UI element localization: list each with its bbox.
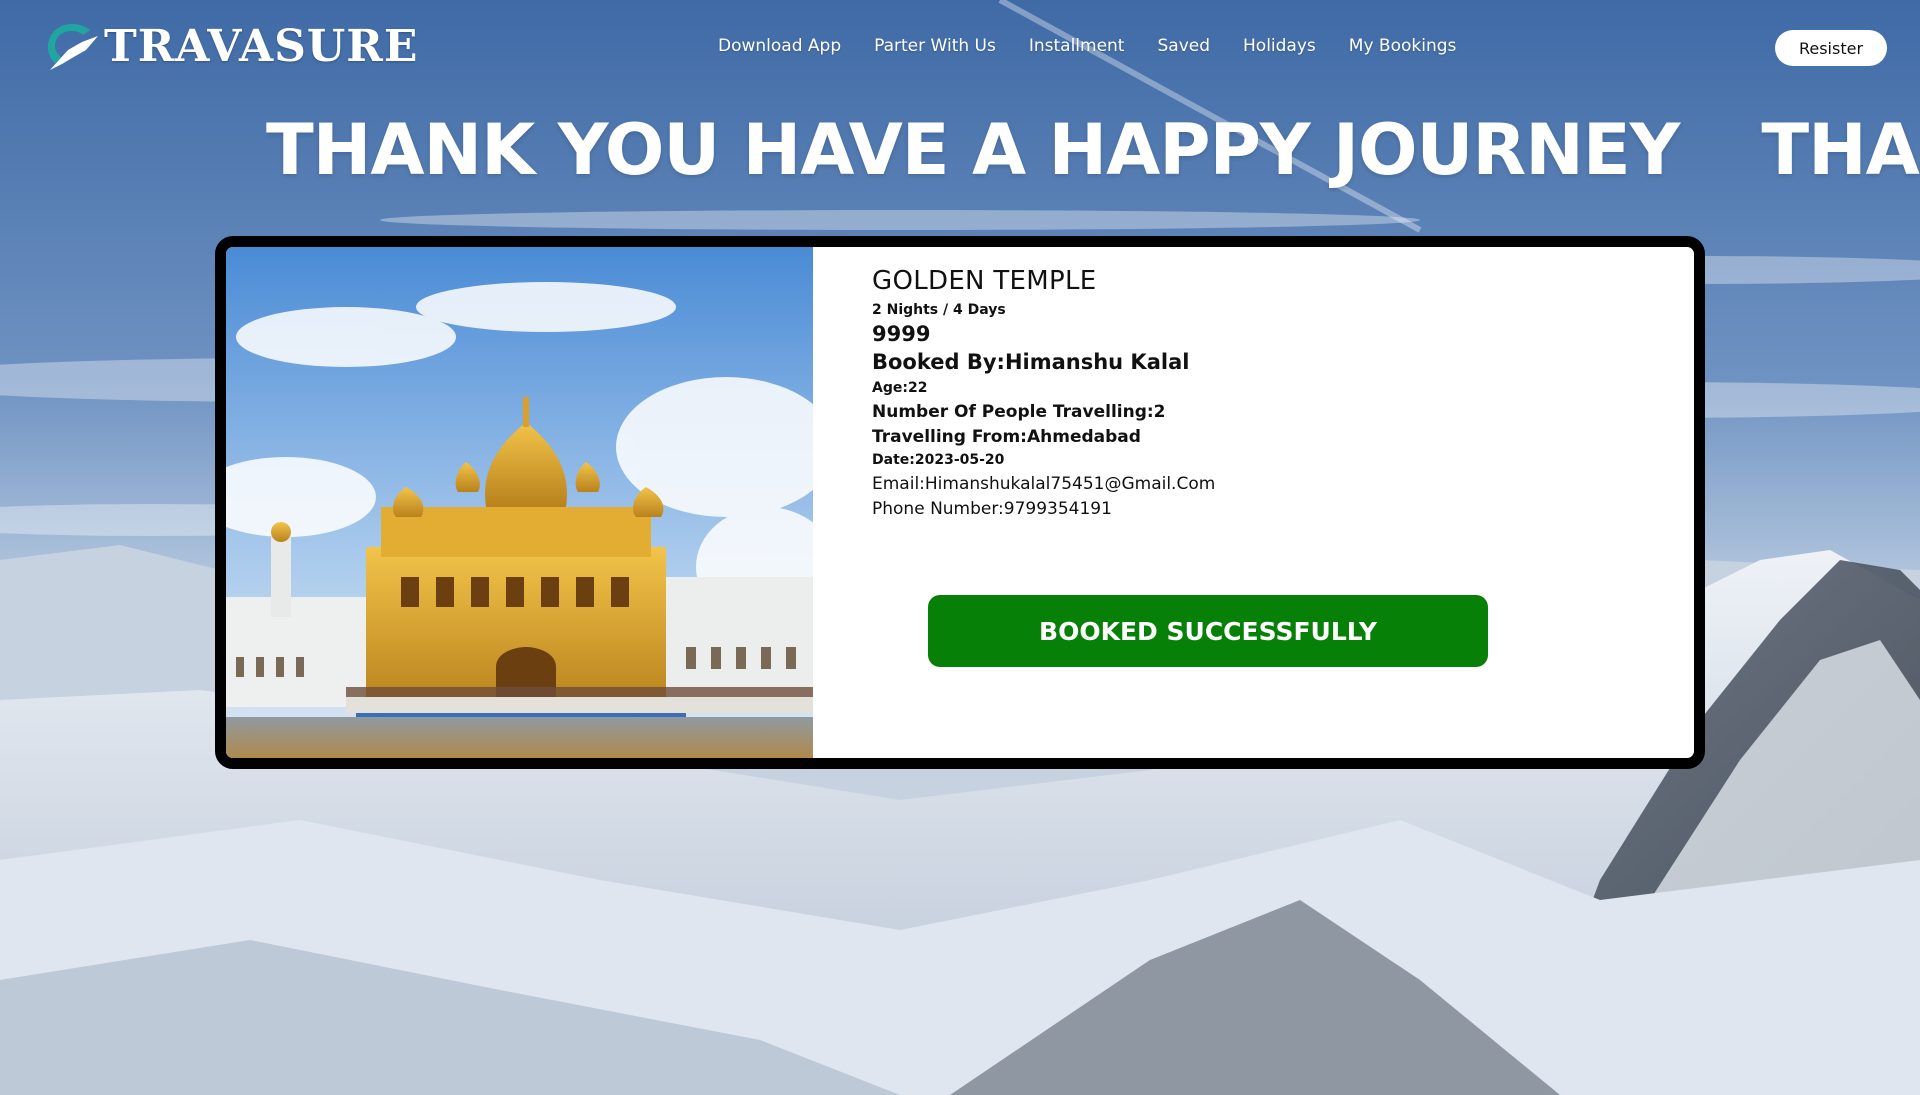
brand-name: TRAVASURE bbox=[104, 21, 419, 72]
golden-temple-photo bbox=[226, 247, 813, 758]
marquee-text: THANK YOU HAVE A HAPPY JOURNEY bbox=[266, 109, 1680, 191]
travelling-from: Travelling From:Ahmedabad bbox=[872, 427, 1141, 447]
nav-saved[interactable]: Saved bbox=[1157, 36, 1210, 56]
contact-phone: Phone Number:9799354191 bbox=[872, 499, 1112, 519]
site-header: TRAVASURE Download App Parter With Us In… bbox=[0, 0, 1920, 96]
nav-download-app[interactable]: Download App bbox=[718, 36, 841, 56]
main-nav: Download App Parter With Us Installment … bbox=[718, 36, 1456, 56]
marquee-text-repeat: THANK YOU HAVE A HAPPY JOURNEY bbox=[1761, 109, 1920, 191]
thank-you-marquee: THANK YOU HAVE A HAPPY JOURNEY THANK YOU … bbox=[266, 108, 1920, 192]
travel-date: Date:2023-05-20 bbox=[872, 452, 1005, 468]
brand-logo[interactable]: TRAVASURE bbox=[42, 20, 418, 74]
booked-successfully-button[interactable]: BOOKED SUCCESSFULLY bbox=[928, 595, 1488, 667]
trip-price: 9999 bbox=[872, 322, 931, 346]
traveller-age: Age:22 bbox=[872, 380, 928, 396]
booking-details: GOLDEN TEMPLE 2 Nights / 4 Days 9999 Boo… bbox=[872, 266, 1215, 519]
booking-card: GOLDEN TEMPLE 2 Nights / 4 Days 9999 Boo… bbox=[215, 236, 1705, 769]
trip-duration: 2 Nights / 4 Days bbox=[872, 302, 1006, 318]
nav-partner-with-us[interactable]: Parter With Us bbox=[874, 36, 996, 56]
nav-installment[interactable]: Installment bbox=[1029, 36, 1125, 56]
people-count: Number Of People Travelling:2 bbox=[872, 402, 1166, 422]
booked-by: Booked By:Himanshu Kalal bbox=[872, 350, 1190, 374]
register-button[interactable]: Resister bbox=[1775, 30, 1887, 66]
nav-holidays[interactable]: Holidays bbox=[1243, 36, 1316, 56]
contact-email: Email:Himanshukalal75451@Gmail.Com bbox=[872, 474, 1216, 494]
nav-my-bookings[interactable]: My Bookings bbox=[1349, 36, 1457, 56]
destination-title: GOLDEN TEMPLE bbox=[872, 266, 1097, 296]
bird-logo-icon bbox=[48, 24, 98, 70]
